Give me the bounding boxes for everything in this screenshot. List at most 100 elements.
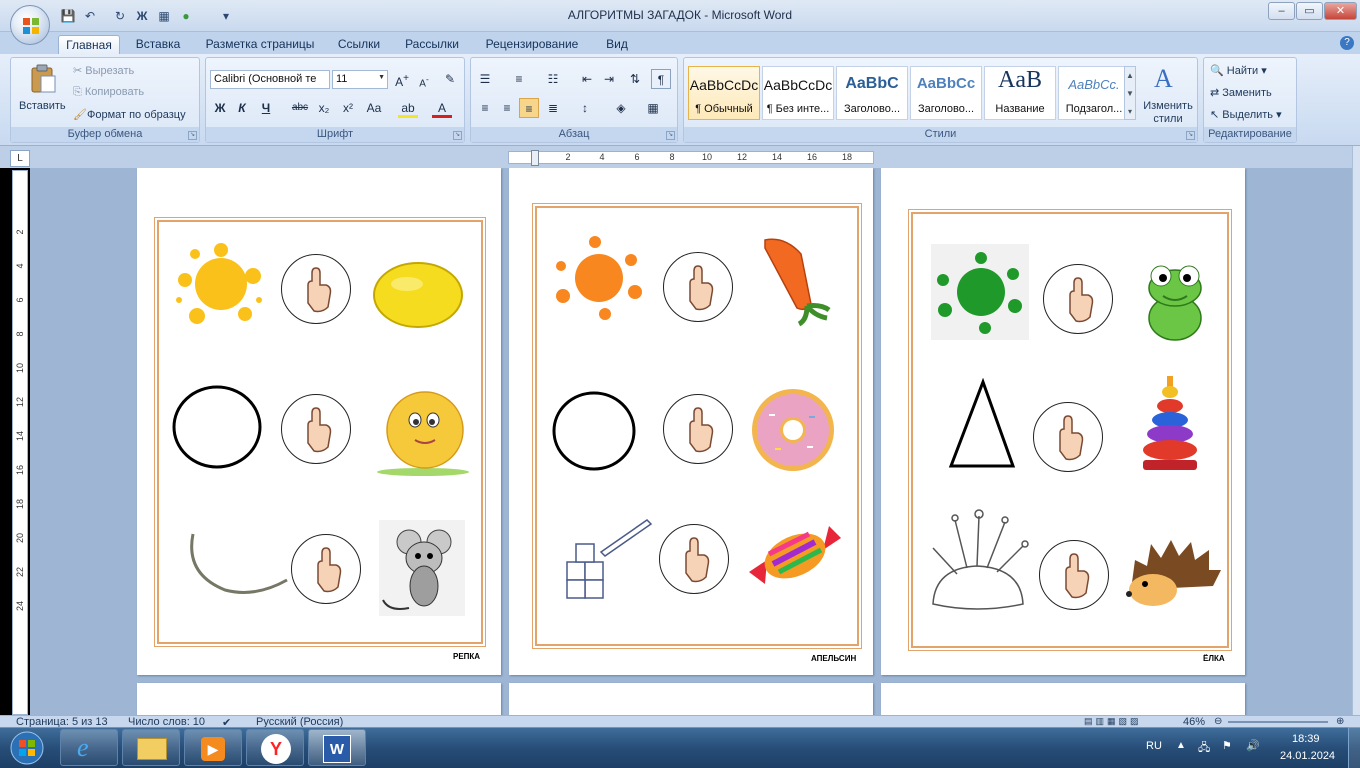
shading-icon[interactable]: ◈ [611, 98, 631, 118]
align-left-icon[interactable]: ≡ [475, 98, 495, 118]
close-button[interactable]: ✕ [1324, 2, 1357, 20]
change-styles-button[interactable]: A Изменить стили [1140, 62, 1196, 126]
copy-button[interactable]: ⎘ Копировать [73, 86, 144, 99]
font-size-combo[interactable]: 11 ▼ [332, 70, 388, 89]
borders-icon[interactable]: ▦ [643, 98, 663, 118]
paste-button[interactable]: Вставить [17, 62, 67, 122]
clipboard-launcher-icon[interactable]: ↘ [188, 131, 197, 140]
style-heading1[interactable]: AaBbC Заголово... [836, 66, 908, 120]
tray-expand-icon[interactable]: ▲ [1176, 740, 1186, 751]
table-qat-icon[interactable]: ▦ [156, 8, 172, 24]
font-launcher-icon[interactable]: ↘ [453, 131, 462, 140]
clock-date[interactable]: 24.01.2024 [1280, 750, 1335, 762]
decrease-indent-icon[interactable]: ⇤ [577, 69, 597, 89]
zoom-out-icon[interactable]: ⊖ [1214, 716, 1222, 727]
paragraph-group-label: Абзац [471, 127, 677, 142]
bold-button[interactable]: Ж [210, 98, 230, 118]
redo-icon[interactable]: ↻ [112, 8, 128, 24]
horizontal-ruler[interactable]: 2 4 6 8 10 12 14 16 18 [508, 150, 874, 166]
taskbar-media[interactable]: ▶ [184, 729, 242, 766]
italic-button[interactable]: К [232, 98, 252, 118]
undo-icon[interactable]: ↶ [82, 8, 98, 24]
tab-home[interactable]: Главная [58, 35, 120, 54]
indent-marker-icon[interactable] [531, 150, 539, 166]
style-normal[interactable]: AaBbCcDc ¶ Обычный [688, 66, 760, 120]
page-repka[interactable]: РЕПКА [137, 168, 501, 675]
taskbar-ie[interactable]: e [60, 729, 118, 766]
paragraph-launcher-icon[interactable]: ↘ [666, 131, 675, 140]
tab-page-layout[interactable]: Разметка страницы [200, 35, 320, 54]
align-right-icon[interactable]: ≡ [519, 98, 539, 118]
bullets-icon[interactable]: ☰ [475, 69, 495, 89]
tab-references[interactable]: Ссылки [332, 35, 386, 54]
customize-qat-icon[interactable]: ▾ [218, 8, 234, 24]
strikethrough-button[interactable]: abc [290, 98, 310, 118]
tab-review[interactable]: Рецензирование [478, 35, 586, 54]
page-apelsin[interactable]: АПЕЛЬСИН [509, 168, 873, 675]
circle-qat-icon[interactable]: ● [178, 8, 194, 24]
page-yolka[interactable]: ЁЛКА [881, 168, 1245, 675]
line-spacing-icon[interactable]: ↕ [575, 98, 595, 118]
candy-icon [749, 526, 841, 584]
style-no-spacing[interactable]: AaBbCcDc ¶ Без инте... [762, 66, 834, 120]
taskbar-word[interactable]: W [308, 729, 366, 766]
office-button[interactable] [10, 5, 50, 45]
page-next[interactable] [881, 683, 1245, 715]
volume-icon[interactable]: 🔊 [1246, 739, 1260, 752]
tab-view[interactable]: Вид [598, 35, 636, 54]
highlight-icon[interactable]: ab [398, 98, 418, 118]
style-heading2[interactable]: AaBbCc Заголово... [910, 66, 982, 120]
save-icon[interactable]: 💾 [60, 8, 76, 24]
font-name-combo[interactable]: Calibri (Основной те [210, 70, 330, 89]
document-workspace[interactable]: РЕПКА АПЕЛЬСИН ЁЛКА [30, 168, 1352, 715]
taskbar-explorer[interactable] [122, 729, 180, 766]
change-case-button[interactable]: Aa [364, 98, 384, 118]
ruler-tick: 18 [841, 152, 852, 162]
styles-scroll[interactable]: ▲ ▼ ▾ [1124, 66, 1136, 120]
bold-qat-icon[interactable]: Ж [134, 8, 150, 24]
shrink-font-button[interactable]: A- [414, 69, 434, 89]
cut-button[interactable]: ✂ Вырезать [73, 64, 134, 77]
underline-button[interactable]: Ч [256, 98, 276, 118]
zoom-in-icon[interactable]: ⊕ [1336, 716, 1344, 727]
grow-font-button[interactable]: A+ [392, 69, 412, 89]
format-painter-button[interactable]: 🖌Формат по образцу [73, 108, 186, 121]
page-next[interactable] [509, 683, 873, 715]
justify-icon[interactable]: ≣ [543, 98, 563, 118]
styles-launcher-icon[interactable]: ↘ [1186, 131, 1195, 140]
tab-selector-icon[interactable]: L [10, 150, 30, 167]
page-next[interactable] [137, 683, 501, 715]
multilevel-list-icon[interactable]: ☷ [543, 69, 563, 89]
restore-button[interactable]: ▭ [1296, 2, 1323, 20]
minimize-button[interactable]: – [1268, 2, 1295, 20]
flag-icon[interactable]: ⚑ [1222, 739, 1232, 752]
clear-format-icon[interactable]: ✎ [440, 69, 460, 89]
tab-mailings[interactable]: Рассылки [398, 35, 466, 54]
zoom-slider[interactable] [1228, 721, 1328, 723]
sort-icon[interactable]: ⇅ [625, 69, 645, 89]
tray-language[interactable]: RU [1146, 740, 1162, 752]
numbering-icon[interactable]: ≡ [509, 69, 529, 89]
vertical-scrollbar[interactable] [1352, 146, 1360, 715]
media-play-icon: ▶ [201, 737, 225, 761]
superscript-button[interactable]: x² [338, 98, 358, 118]
styles-a-icon: A [1154, 64, 1173, 93]
select-button[interactable]: ↖ Выделить ▾ [1210, 108, 1282, 121]
align-center-icon[interactable]: ≡ [497, 98, 517, 118]
font-color-icon[interactable]: A [432, 98, 452, 118]
tab-insert[interactable]: Вставка [128, 35, 188, 54]
replace-button[interactable]: ⇄ Заменить [1210, 86, 1272, 99]
start-button[interactable] [2, 727, 52, 768]
clock-time[interactable]: 18:39 [1292, 733, 1320, 745]
style-subtitle[interactable]: AaBbCc. Подзагол... [1058, 66, 1130, 120]
help-icon[interactable]: ? [1340, 36, 1354, 50]
increase-indent-icon[interactable]: ⇥ [599, 69, 619, 89]
vertical-ruler[interactable]: 2 4 6 8 10 12 14 16 18 20 22 24 [12, 170, 28, 715]
subscript-button[interactable]: x₂ [314, 98, 334, 118]
show-desktop-button[interactable] [1348, 727, 1360, 768]
style-title[interactable]: AaB Название [984, 66, 1056, 120]
find-button[interactable]: 🔍 Найти ▾ [1210, 64, 1267, 77]
show-marks-icon[interactable]: ¶ [651, 69, 671, 89]
taskbar-yandex[interactable]: Y [246, 729, 304, 766]
network-icon[interactable]: 🖧 [1198, 739, 1210, 758]
